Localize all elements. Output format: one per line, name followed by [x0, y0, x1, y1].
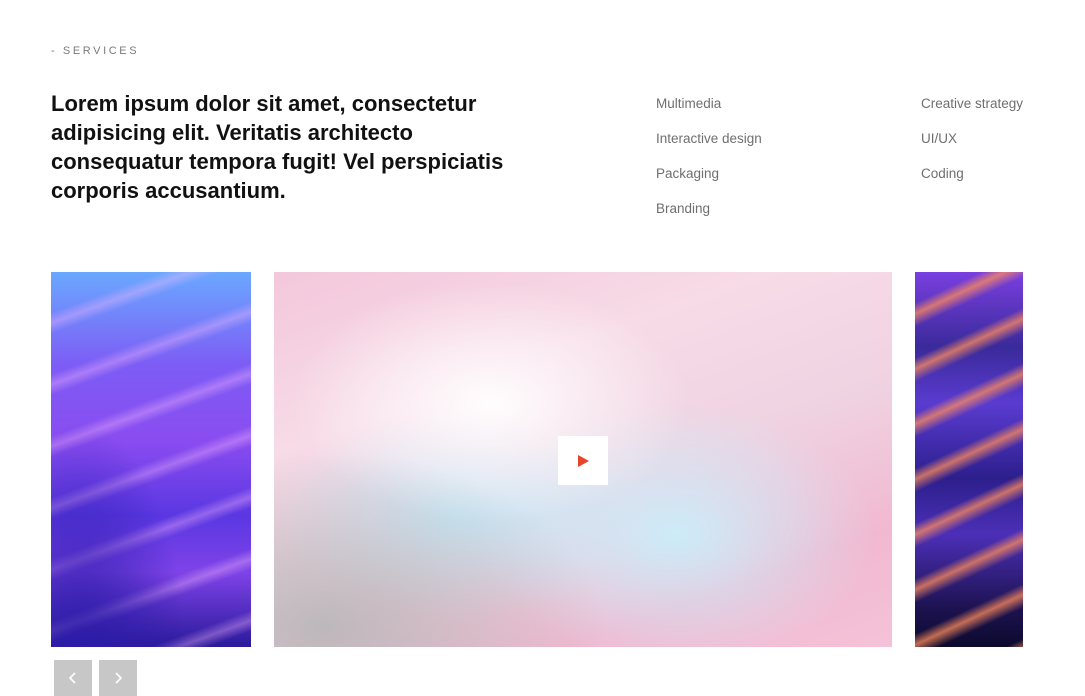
- chevron-right-icon: [115, 672, 123, 684]
- service-item: Creative strategy: [921, 96, 1024, 111]
- service-item: Packaging: [656, 166, 720, 181]
- services-list-column-2: Creative strategy UI/UX Coding: [921, 96, 1023, 201]
- services-list-column-1: Multimedia Interactive design Packaging …: [656, 96, 762, 236]
- section-eyebrow: - SERVICES: [51, 45, 140, 57]
- carousel-slide-active-video[interactable]: [274, 272, 892, 647]
- carousel-prev-button[interactable]: [54, 660, 92, 696]
- services-section: - SERVICES Lorem ipsum dolor sit amet, c…: [0, 0, 1085, 696]
- play-video-button[interactable]: [558, 436, 608, 485]
- service-item: Branding: [656, 201, 711, 216]
- section-headline: Lorem ipsum dolor sit amet, consectetur …: [51, 91, 504, 203]
- carousel-next-button[interactable]: [99, 660, 137, 696]
- play-icon: [578, 454, 589, 467]
- service-item: UI/UX: [921, 131, 958, 146]
- service-item: Interactive design: [656, 131, 762, 146]
- service-item: Multimedia: [656, 96, 722, 111]
- chevron-left-icon: [68, 672, 76, 684]
- carousel-slide-previous[interactable]: [51, 272, 251, 647]
- carousel-slide-next[interactable]: [915, 272, 1023, 647]
- service-item: Coding: [921, 166, 964, 181]
